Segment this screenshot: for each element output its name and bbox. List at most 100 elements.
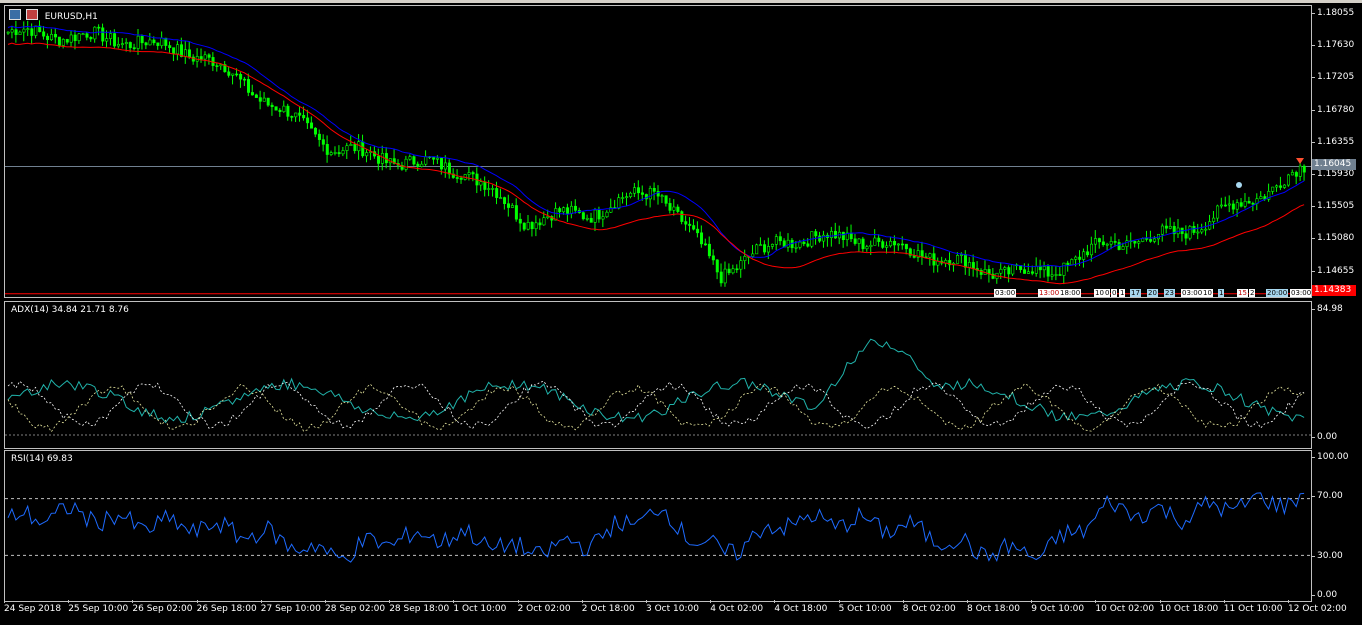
candle-body bbox=[873, 237, 877, 246]
candle-body bbox=[510, 205, 514, 208]
candle-body bbox=[1200, 229, 1204, 233]
sell-arrow-marker bbox=[1296, 158, 1304, 164]
window-top-edge bbox=[0, 0, 1362, 3]
candle-body bbox=[1070, 259, 1074, 266]
candle-body bbox=[77, 33, 81, 41]
time-label: 26 Sep 02:00 bbox=[132, 600, 193, 614]
candle-body bbox=[479, 181, 483, 186]
candle-body bbox=[377, 155, 381, 164]
candle-body bbox=[416, 163, 420, 167]
candle-body bbox=[1034, 266, 1038, 274]
candle-body bbox=[932, 253, 936, 266]
candle-body bbox=[176, 44, 180, 55]
candle-body bbox=[349, 144, 353, 146]
candle-body bbox=[684, 221, 688, 225]
candle-body bbox=[117, 44, 121, 47]
rsi-indicator-pane[interactable]: RSI(14) 69.83 bbox=[4, 450, 1312, 602]
candle-body bbox=[361, 141, 365, 157]
rsi-line bbox=[7, 492, 1305, 563]
price-chart-pane[interactable]: EURUSD,H1 03:00 13:00 18:00 10 0 0 1 17 20 23 03:0… bbox=[4, 5, 1312, 298]
candle-body bbox=[1259, 196, 1263, 200]
candle-body bbox=[751, 253, 755, 257]
candle-body bbox=[833, 230, 837, 239]
candle-body bbox=[1074, 256, 1078, 260]
candle-body bbox=[65, 39, 69, 43]
candle-body bbox=[960, 254, 964, 256]
time-label: 28 Sep 02:00 bbox=[325, 600, 386, 614]
price-chart-canvas[interactable] bbox=[5, 6, 1311, 297]
candle-body bbox=[258, 97, 262, 102]
candle-body bbox=[1188, 226, 1192, 239]
candle-body bbox=[605, 211, 609, 218]
candle-body bbox=[861, 238, 865, 250]
candle-body bbox=[467, 172, 471, 175]
candle-body bbox=[522, 222, 526, 230]
candle-body bbox=[22, 28, 26, 33]
candle-body bbox=[424, 156, 428, 165]
trade-time-label: 13:00 bbox=[1038, 289, 1061, 297]
time-label: 25 Sep 10:00 bbox=[68, 600, 129, 614]
candle-body bbox=[755, 244, 759, 255]
candle-body bbox=[499, 197, 503, 199]
candle-body bbox=[1027, 271, 1031, 274]
candle-body bbox=[1290, 172, 1294, 176]
price-axis[interactable]: 1.18055 1.17630 1.17205 1.16780 1.16355 1.159… bbox=[1310, 5, 1362, 298]
candle-body bbox=[420, 163, 424, 167]
price-tick: 1.14655 bbox=[1310, 265, 1355, 276]
candle-body bbox=[1298, 165, 1302, 177]
candle-body bbox=[203, 54, 207, 60]
candle-body bbox=[1023, 269, 1027, 274]
candle-body bbox=[120, 43, 124, 45]
candle-body bbox=[518, 218, 522, 224]
candle-body bbox=[818, 235, 822, 242]
candle-body bbox=[629, 192, 633, 197]
trade-time-label: 20 bbox=[1147, 289, 1158, 297]
candle-body bbox=[1275, 185, 1279, 188]
time-label: 11 Oct 10:00 bbox=[1223, 600, 1283, 614]
candle-body bbox=[1050, 274, 1054, 277]
candle-body bbox=[136, 35, 140, 49]
trade-time-label: 03:00 bbox=[994, 289, 1017, 297]
candle-body bbox=[207, 54, 211, 58]
candle-body bbox=[1153, 238, 1157, 242]
candle-body bbox=[443, 162, 447, 170]
time-axis[interactable]: 24 Sep 2018 25 Sep 10:00 26 Sep 02:00 26 Se… bbox=[0, 600, 1362, 625]
candle-body bbox=[85, 33, 89, 38]
candle-body bbox=[183, 49, 187, 57]
candle-body bbox=[227, 71, 231, 76]
candle-body bbox=[1271, 186, 1275, 192]
candle-body bbox=[900, 243, 904, 246]
trade-time-label: 0 bbox=[1104, 289, 1111, 297]
rsi-canvas[interactable] bbox=[5, 451, 1311, 601]
candle-body bbox=[573, 205, 577, 211]
candle-body bbox=[30, 28, 34, 36]
adx-canvas[interactable] bbox=[5, 302, 1311, 448]
candle-body bbox=[920, 250, 924, 258]
trade-time-label: 0 bbox=[1111, 289, 1118, 297]
price-tick: 1.17630 bbox=[1310, 40, 1355, 51]
candle-body bbox=[380, 153, 384, 164]
candle-body bbox=[1093, 238, 1097, 245]
candle-body bbox=[1192, 226, 1196, 233]
candle-body bbox=[302, 115, 306, 119]
candle-body bbox=[250, 92, 254, 96]
trade-time-label: 1 bbox=[1119, 289, 1126, 297]
trade-time-label: 1 bbox=[1218, 289, 1225, 297]
candle-body bbox=[341, 150, 345, 155]
time-label: 8 Oct 02:00 bbox=[902, 600, 956, 614]
time-label: 2 Oct 02:00 bbox=[517, 600, 571, 614]
rsi-tick: 30.00 bbox=[1311, 551, 1343, 561]
adx-indicator-pane[interactable]: ADX(14) 34.84 21.71 8.76 bbox=[4, 301, 1312, 449]
candle-body bbox=[648, 188, 652, 200]
candle-body bbox=[73, 34, 77, 41]
price-tick: 1.15080 bbox=[1310, 233, 1355, 244]
candle-body bbox=[89, 37, 93, 40]
candle-body bbox=[841, 231, 845, 241]
candle-body bbox=[247, 79, 251, 93]
trade-time-label: 10 bbox=[1202, 289, 1213, 297]
candle-body bbox=[625, 196, 629, 198]
candle-body bbox=[345, 145, 349, 151]
candle-body bbox=[487, 188, 491, 190]
candle-body bbox=[999, 268, 1003, 274]
candle-body bbox=[562, 207, 566, 213]
